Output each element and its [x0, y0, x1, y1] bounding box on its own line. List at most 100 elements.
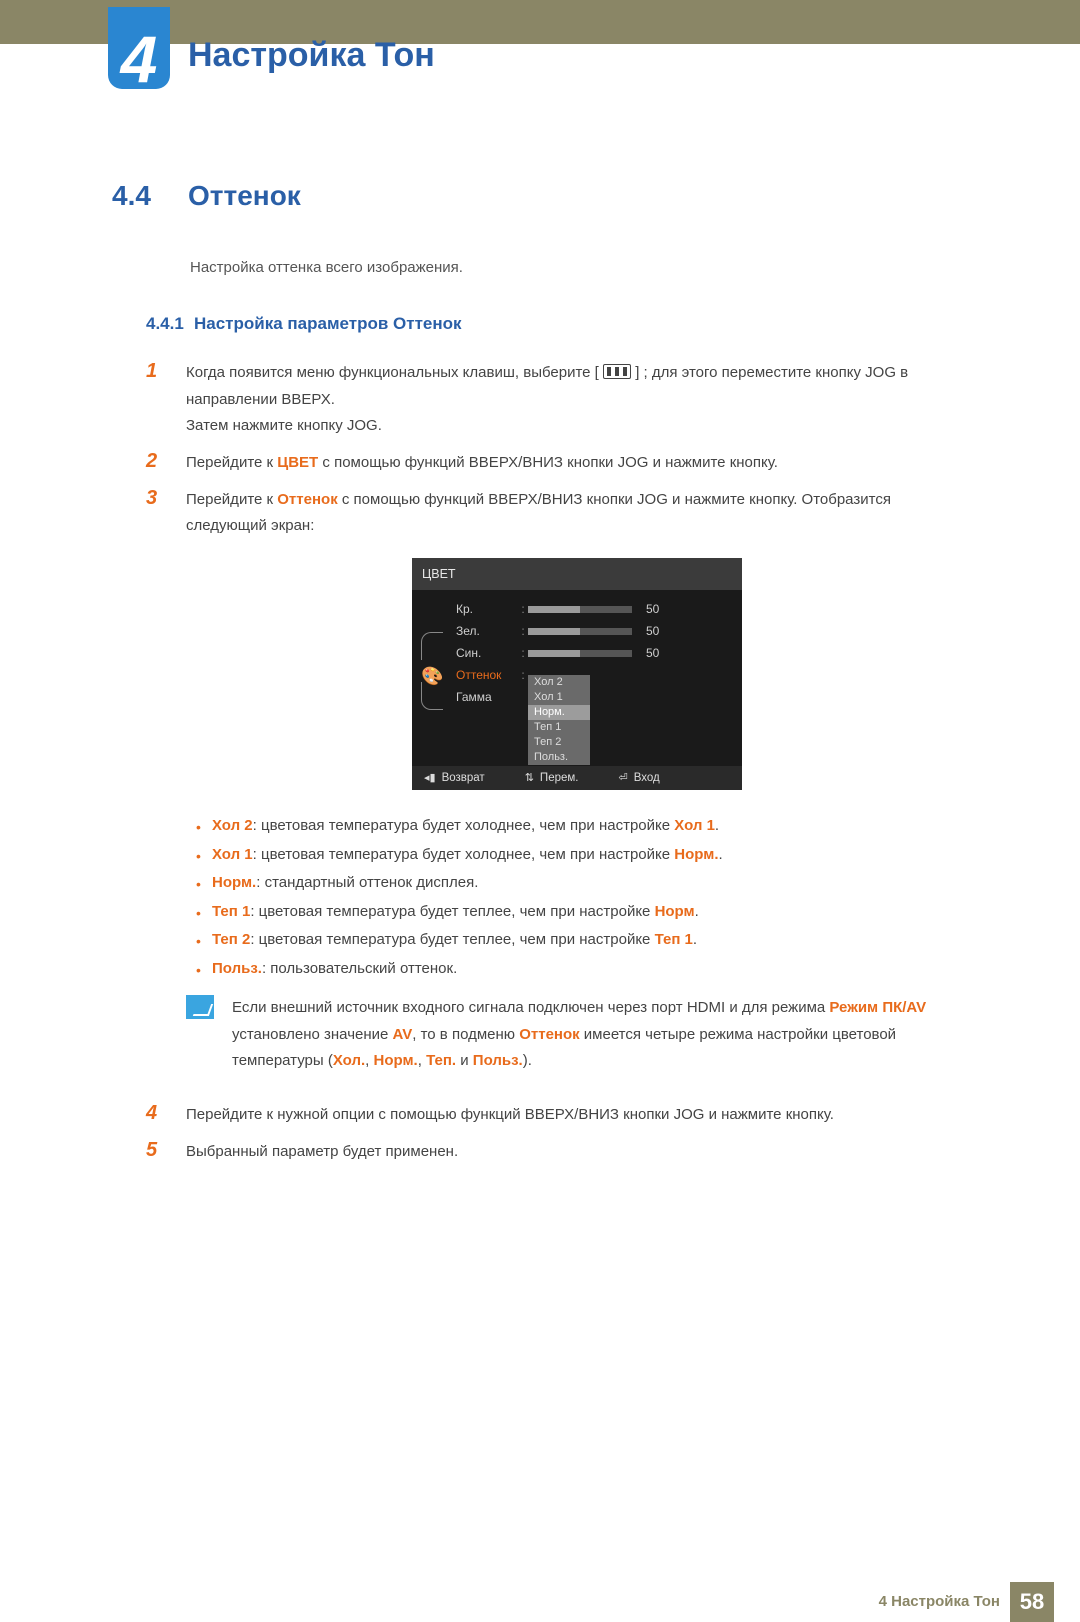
osd-dropdown-list: Хол 2 Хол 1 Норм. Теп 1 Теп 2 Польз. — [528, 675, 590, 765]
osd-body: 🎨 Кр. : 50 Зел. — [412, 590, 742, 766]
separator: : — [518, 665, 528, 686]
keyword: Хол 2 — [212, 817, 253, 834]
step-text: Когда появится меню функциональных клави… — [186, 364, 599, 381]
bullet-text: : цветовая температура будет холоднее, ч… — [253, 817, 675, 834]
osd-row-gamma: Гамма — [456, 686, 732, 708]
chapter-header: 4 Настройка Тон — [0, 0, 1080, 110]
note-icon — [186, 995, 214, 1019]
separator: : — [518, 599, 528, 620]
step-text: Перейдите к — [186, 491, 277, 508]
note-block: Если внешний источник входного сигнала п… — [186, 995, 968, 1074]
osd-row-blue: Син. : 50 — [456, 642, 732, 664]
osd-footer: ◂▮ Возврат ⇅Перем. ⏎Вход — [412, 766, 742, 790]
step-body: Перейдите к ЦВЕТ с помощью функций ВВЕРХ… — [186, 450, 968, 477]
menu-icon — [603, 364, 631, 379]
osd-footer-label: Перем. — [540, 768, 579, 788]
decorative-line — [421, 632, 443, 660]
bullet-item: Хол 2: цветовая температура будет холодн… — [186, 812, 968, 841]
osd-label-active: Оттенок — [456, 665, 518, 686]
note-body: Если внешний источник входного сигнала п… — [232, 995, 968, 1074]
bullet-item: Теп 2: цветовая температура будет теплее… — [186, 926, 968, 955]
note-text: и — [456, 1052, 473, 1069]
keyword: Польз. — [212, 960, 262, 977]
keyword: Хол 1 — [674, 817, 715, 834]
bullet-text: . — [695, 903, 699, 920]
note-text: Если внешний источник входного сигнала п… — [232, 999, 829, 1016]
keyword: Оттенок — [277, 491, 337, 508]
bullet-item: Норм.: стандартный оттенок дисплея. — [186, 869, 968, 898]
osd-row-green: Зел. : 50 — [456, 620, 732, 642]
step-body: Когда появится меню функциональных клави… — [186, 360, 968, 440]
keyword: AV — [393, 1026, 413, 1043]
step-text: Перейдите к — [186, 454, 277, 471]
note-text: , то в подменю — [412, 1026, 519, 1043]
subsection-number: 4.4.1 — [146, 314, 184, 333]
bullet-text: . — [715, 817, 719, 834]
osd-footer-move: ⇅Перем. — [525, 768, 579, 788]
step-number: 5 — [146, 1139, 164, 1166]
keyword: Теп 1 — [212, 903, 250, 920]
osd-title: ЦВЕТ — [412, 558, 742, 590]
step-4: 4 Перейдите к нужной опции с помощью фун… — [146, 1102, 968, 1129]
separator: : — [518, 621, 528, 642]
osd-option: Теп 2 — [528, 735, 590, 750]
chapter-number: 4 — [108, 21, 170, 97]
bullet-text: . — [693, 931, 697, 948]
step-number: 1 — [146, 360, 164, 440]
bullet-list: Хол 2: цветовая температура будет холодн… — [186, 812, 968, 983]
osd-slider — [528, 606, 632, 613]
step-text: с помощью функций ВВЕРХ/ВНИЗ кнопки JOG … — [318, 454, 778, 471]
osd-footer-label: Возврат — [442, 768, 485, 788]
keyword: Польз. — [473, 1052, 523, 1069]
keyword: Хол. — [333, 1052, 365, 1069]
bullet-item: Теп 1: цветовая температура будет теплее… — [186, 898, 968, 927]
bullet-text: : цветовая температура будет теплее, чем… — [250, 931, 654, 948]
osd-row-red: Кр. : 50 — [456, 598, 732, 620]
step-3: 3 Перейдите к Оттенок с помощью функций … — [146, 487, 968, 1092]
keyword: Режим ПК/AV — [829, 999, 926, 1016]
subsection-title: Настройка параметров Оттенок — [194, 314, 462, 333]
keyword: Норм — [655, 903, 695, 920]
decorative-line — [421, 682, 443, 710]
osd-label: Зел. — [456, 621, 518, 642]
step-text: Затем нажмите кнопку JOG. — [186, 417, 382, 434]
osd-menu: Кр. : 50 Зел. : 50 — [452, 590, 742, 766]
step-body: Выбранный параметр будет применен. — [186, 1139, 968, 1166]
section-intro: Настройка оттенка всего изображения. — [190, 256, 968, 280]
note-text: , — [418, 1052, 426, 1069]
page-footer: 4 Настройка Тон 58 — [0, 1582, 1080, 1622]
bullet-text: : цветовая температура будет холоднее, ч… — [253, 846, 675, 863]
osd-slider — [528, 650, 632, 657]
bullet-text: : пользовательский оттенок. — [262, 960, 457, 977]
keyword: Норм. — [212, 874, 256, 891]
osd-slider — [528, 628, 632, 635]
step-number: 3 — [146, 487, 164, 1092]
keyword: Теп. — [426, 1052, 456, 1069]
back-icon: ◂▮ — [424, 769, 436, 789]
step-2: 2 Перейдите к ЦВЕТ с помощью функций ВВЕ… — [146, 450, 968, 477]
osd-icon-column: 🎨 — [412, 590, 452, 766]
bullet-text: : цветовая температура будет теплее, чем… — [250, 903, 654, 920]
keyword: Оттенок — [519, 1026, 579, 1043]
osd-footer-back: ◂▮ Возврат — [424, 768, 485, 788]
keyword: Норм. — [674, 846, 718, 863]
page-body: 4.4 Оттенок Настройка оттенка всего изоб… — [0, 110, 1080, 1216]
steps-list: 1 Когда появится меню функциональных кла… — [146, 360, 968, 1166]
footer-page-number: 58 — [1010, 1582, 1054, 1622]
bullet-item: Польз.: пользовательский оттенок. — [186, 955, 968, 984]
osd-option: Хол 1 — [528, 690, 590, 705]
section-number: 4.4 — [112, 180, 170, 212]
osd-value: 50 — [646, 643, 659, 664]
step-1: 1 Когда появится меню функциональных кла… — [146, 360, 968, 440]
osd-footer-enter: ⏎Вход — [618, 768, 659, 788]
bullet-text: : стандартный оттенок дисплея. — [256, 874, 478, 891]
footer-text: 4 Настройка Тон — [879, 1593, 1000, 1610]
section-heading: 4.4 Оттенок — [112, 180, 968, 212]
enter-icon: ⏎ — [618, 769, 627, 789]
osd-label: Кр. — [456, 599, 518, 620]
keyword: Норм. — [373, 1052, 417, 1069]
osd-option: Теп 1 — [528, 720, 590, 735]
separator: : — [518, 643, 528, 664]
osd-screenshot: ЦВЕТ 🎨 Кр. : 50 — [412, 558, 742, 790]
osd-label: Син. — [456, 643, 518, 664]
